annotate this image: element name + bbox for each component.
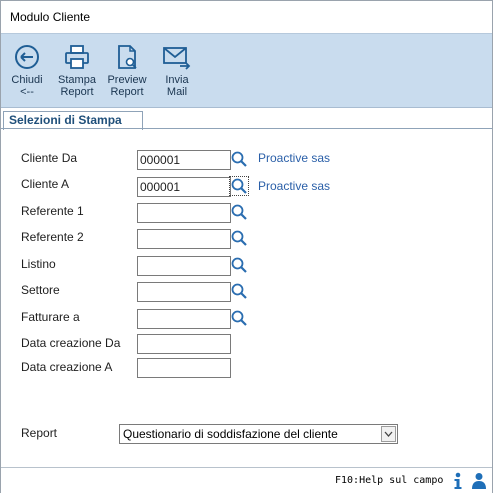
preview-report-button[interactable]: Preview Report [103, 34, 151, 107]
send-mail-label: Invia Mail [165, 74, 189, 98]
data-creazione-da-input[interactable] [137, 334, 231, 354]
referente1-search-icon[interactable] [231, 204, 247, 220]
settore-input[interactable] [137, 282, 231, 302]
user-icon[interactable] [471, 472, 487, 490]
settore-search-icon[interactable] [231, 283, 247, 299]
cliente-da-input[interactable]: 000001 [137, 150, 231, 170]
fatturare-label: Fatturare a [21, 310, 80, 324]
title-bar: Modulo Cliente [1, 1, 492, 33]
mail-send-icon [163, 47, 191, 70]
settore-label: Settore [21, 283, 60, 297]
main-window: Modulo Cliente Chiudi <-- Stampa Report [0, 0, 493, 493]
chevron-down-icon [384, 431, 393, 437]
report-label: Report [21, 426, 58, 440]
data-creazione-a-input[interactable] [137, 358, 231, 378]
print-report-label: Stampa Report [58, 74, 96, 98]
tab-bar: Selezioni di Stampa [1, 108, 492, 130]
preview-report-label: Preview Report [107, 74, 147, 98]
selection-panel: Cliente Da 000001 Proactive sas Cliente … [1, 129, 492, 467]
report-select[interactable]: Questionario di soddisfazione del client… [119, 424, 398, 444]
fatturare-search-icon[interactable] [231, 310, 247, 326]
cliente-a-description: Proactive sas [258, 179, 331, 193]
listino-label: Listino [21, 257, 56, 271]
cliente-a-search-icon[interactable] [229, 176, 249, 196]
window-title: Modulo Cliente [10, 10, 91, 24]
document-search-icon [118, 45, 137, 69]
toolbar: Chiudi <-- Stampa Report Preview Report [1, 33, 492, 108]
listino-input[interactable] [137, 256, 231, 276]
printer-icon [65, 45, 89, 69]
print-report-button[interactable]: Stampa Report [53, 34, 101, 107]
referente2-input[interactable] [137, 229, 231, 249]
cliente-da-description: Proactive sas [258, 151, 331, 165]
fatturare-input[interactable] [137, 309, 231, 329]
cliente-a-input[interactable]: 000001 [137, 177, 231, 197]
data-creazione-da-label: Data creazione Da [21, 336, 121, 350]
referente2-search-icon[interactable] [231, 230, 247, 246]
back-arrow-icon [15, 45, 39, 69]
report-selected-value: Questionario di soddisfazione del client… [123, 427, 338, 441]
dropdown-button[interactable] [381, 426, 396, 442]
listino-search-icon[interactable] [231, 257, 247, 273]
tab-label: Selezioni di Stampa [9, 113, 122, 127]
referente2-label: Referente 2 [21, 230, 84, 244]
referente1-input[interactable] [137, 203, 231, 223]
help-hint: F10:Help sul campo [335, 475, 444, 486]
status-bar: F10:Help sul campo [1, 467, 492, 493]
cliente-a-label: Cliente A [21, 177, 70, 191]
info-icon[interactable] [451, 472, 465, 490]
send-mail-button[interactable]: Invia Mail [153, 34, 201, 107]
cliente-da-label: Cliente Da [21, 151, 78, 165]
data-creazione-a-label: Data creazione A [21, 360, 113, 374]
close-button-label: Chiudi <-- [11, 74, 43, 98]
cliente-da-search-icon[interactable] [231, 151, 247, 167]
referente1-label: Referente 1 [21, 204, 84, 218]
close-button[interactable]: Chiudi <-- [3, 34, 51, 107]
